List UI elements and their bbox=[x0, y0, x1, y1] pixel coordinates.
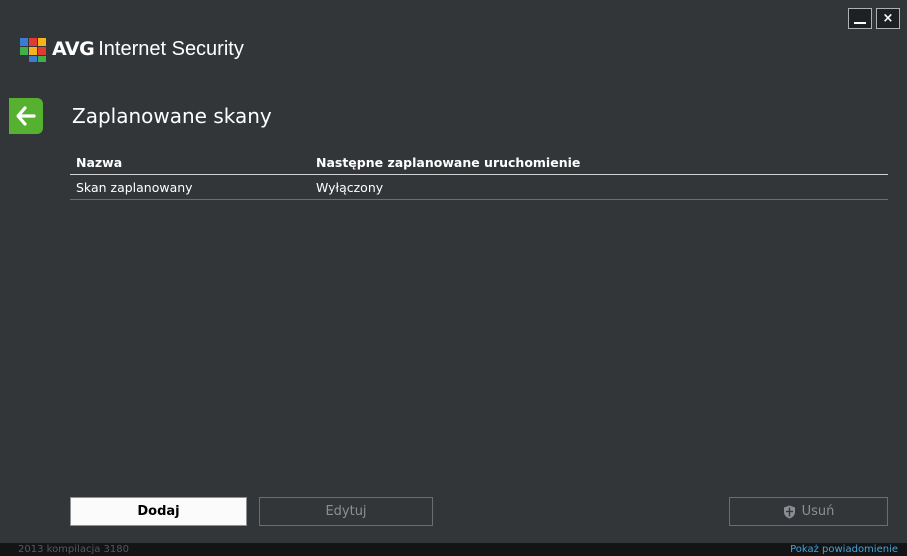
minimize-button[interactable] bbox=[848, 8, 872, 29]
table-row[interactable]: Skan zaplanowany Wyłączony bbox=[70, 175, 888, 200]
shield-icon bbox=[783, 505, 795, 518]
add-button-label: Dodaj bbox=[137, 504, 180, 519]
build-info: 2013 kompilacja 3180 bbox=[18, 544, 129, 555]
back-button[interactable] bbox=[9, 98, 43, 134]
delete-button-label: Usuń bbox=[801, 504, 835, 519]
column-header-name[interactable]: Nazwa bbox=[70, 155, 310, 170]
close-icon: × bbox=[882, 11, 894, 26]
minimize-icon bbox=[854, 22, 866, 24]
column-header-next-run[interactable]: Następne zaplanowane uruchomienie bbox=[310, 155, 888, 170]
window-controls: × bbox=[848, 8, 900, 29]
delete-button[interactable]: Usuń bbox=[729, 497, 888, 526]
brand-product-name: Internet Security bbox=[98, 37, 244, 60]
table-header: Nazwa Następne zaplanowane uruchomienie bbox=[70, 150, 888, 175]
status-bar: 2013 kompilacja 3180 Pokaż powiadomienie bbox=[0, 543, 907, 556]
app-brand: AVG Internet Security bbox=[20, 36, 244, 62]
scheduled-scans-table: Nazwa Następne zaplanowane uruchomienie … bbox=[70, 150, 888, 200]
edit-button[interactable]: Edytuj bbox=[259, 497, 433, 526]
show-notification-link[interactable]: Pokaż powiadomienie bbox=[790, 543, 898, 556]
edit-button-label: Edytuj bbox=[325, 504, 367, 519]
arrow-left-icon bbox=[16, 106, 36, 126]
brand-avg: AVG bbox=[52, 38, 95, 60]
cell-next-run: Wyłączony bbox=[316, 179, 384, 195]
cell-scan-name: Skan zaplanowany bbox=[76, 179, 193, 195]
avg-logo-icon bbox=[20, 38, 46, 62]
close-button[interactable]: × bbox=[876, 8, 900, 29]
page-title: Zaplanowane skany bbox=[72, 104, 272, 128]
add-button[interactable]: Dodaj bbox=[70, 497, 247, 526]
